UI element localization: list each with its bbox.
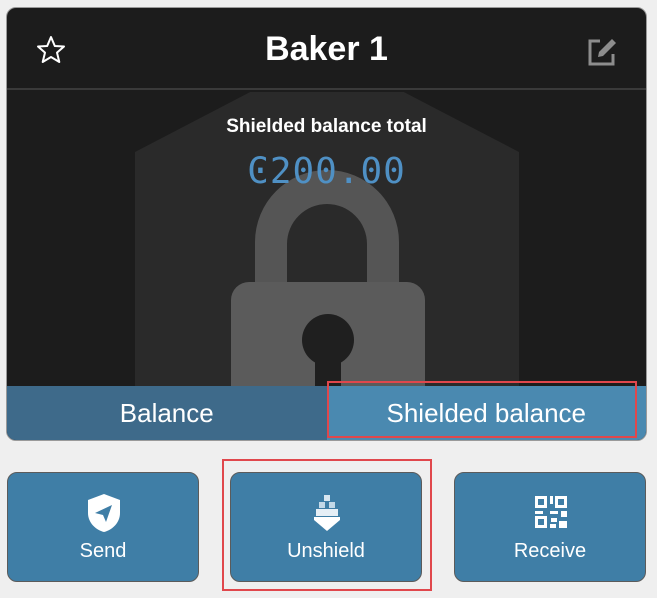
send-shield-icon xyxy=(88,494,120,532)
edit-icon[interactable] xyxy=(586,36,618,68)
unshield-button[interactable]: Unshield xyxy=(230,472,422,582)
shielded-balance-label: Shielded balance total xyxy=(226,116,427,137)
balance-tabs: Balance Shielded balance xyxy=(7,386,646,440)
card-header: Baker 1 xyxy=(7,8,646,90)
send-label: Send xyxy=(79,540,127,562)
account-card: Baker 1 Shielded balance total Ͼ200.00 B… xyxy=(6,7,647,441)
qr-code-icon xyxy=(535,496,567,528)
account-title: Baker 1 xyxy=(265,30,388,68)
tab-balance[interactable]: Balance xyxy=(7,386,327,440)
unshield-icon xyxy=(314,495,340,531)
unshield-label: Unshield xyxy=(287,540,365,562)
tab-shielded-balance[interactable]: Shielded balance xyxy=(326,386,646,440)
receive-label: Receive xyxy=(513,540,587,562)
shielded-balance-value: Ͼ200.00 xyxy=(247,151,406,192)
send-button[interactable]: Send xyxy=(7,472,199,582)
receive-button[interactable]: Receive xyxy=(454,472,646,582)
